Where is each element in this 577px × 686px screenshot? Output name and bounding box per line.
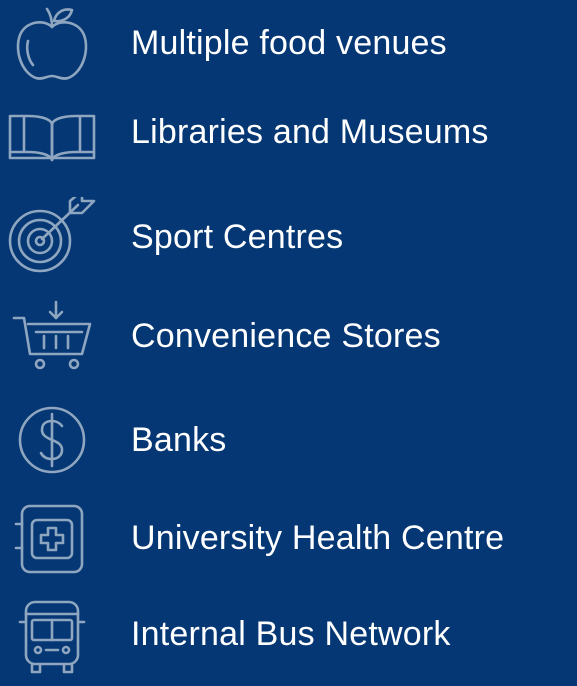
- amenity-item-health: University Health Centre: [0, 498, 577, 578]
- amenity-label: Convenience Stores: [131, 317, 441, 355]
- amenity-label: Internal Bus Network: [131, 615, 451, 653]
- amenity-item-libraries: Libraries and Museums: [0, 92, 577, 172]
- amenities-list: Multiple food venues Libraries and Museu…: [0, 0, 577, 686]
- amenity-item-sport: Sport Centres: [0, 197, 577, 277]
- amenity-label: University Health Centre: [131, 519, 505, 557]
- amenity-item-bus: Internal Bus Network: [0, 594, 577, 674]
- amenity-item-banks: Banks: [0, 400, 577, 480]
- amenity-label: Libraries and Museums: [131, 113, 489, 151]
- amenity-label: Multiple food venues: [131, 24, 447, 62]
- amenity-label: Banks: [131, 421, 227, 459]
- book-icon: [4, 92, 100, 172]
- target-icon: [4, 197, 100, 277]
- amenity-item-convenience: Convenience Stores: [0, 296, 577, 376]
- first-aid-kit-icon: [4, 498, 100, 578]
- amenity-label: Sport Centres: [131, 218, 344, 256]
- apple-icon: [4, 3, 100, 83]
- dollar-coin-icon: [4, 400, 100, 480]
- shopping-cart-icon: [4, 296, 100, 376]
- amenity-item-food: Multiple food venues: [0, 3, 577, 83]
- bus-icon: [4, 594, 100, 674]
